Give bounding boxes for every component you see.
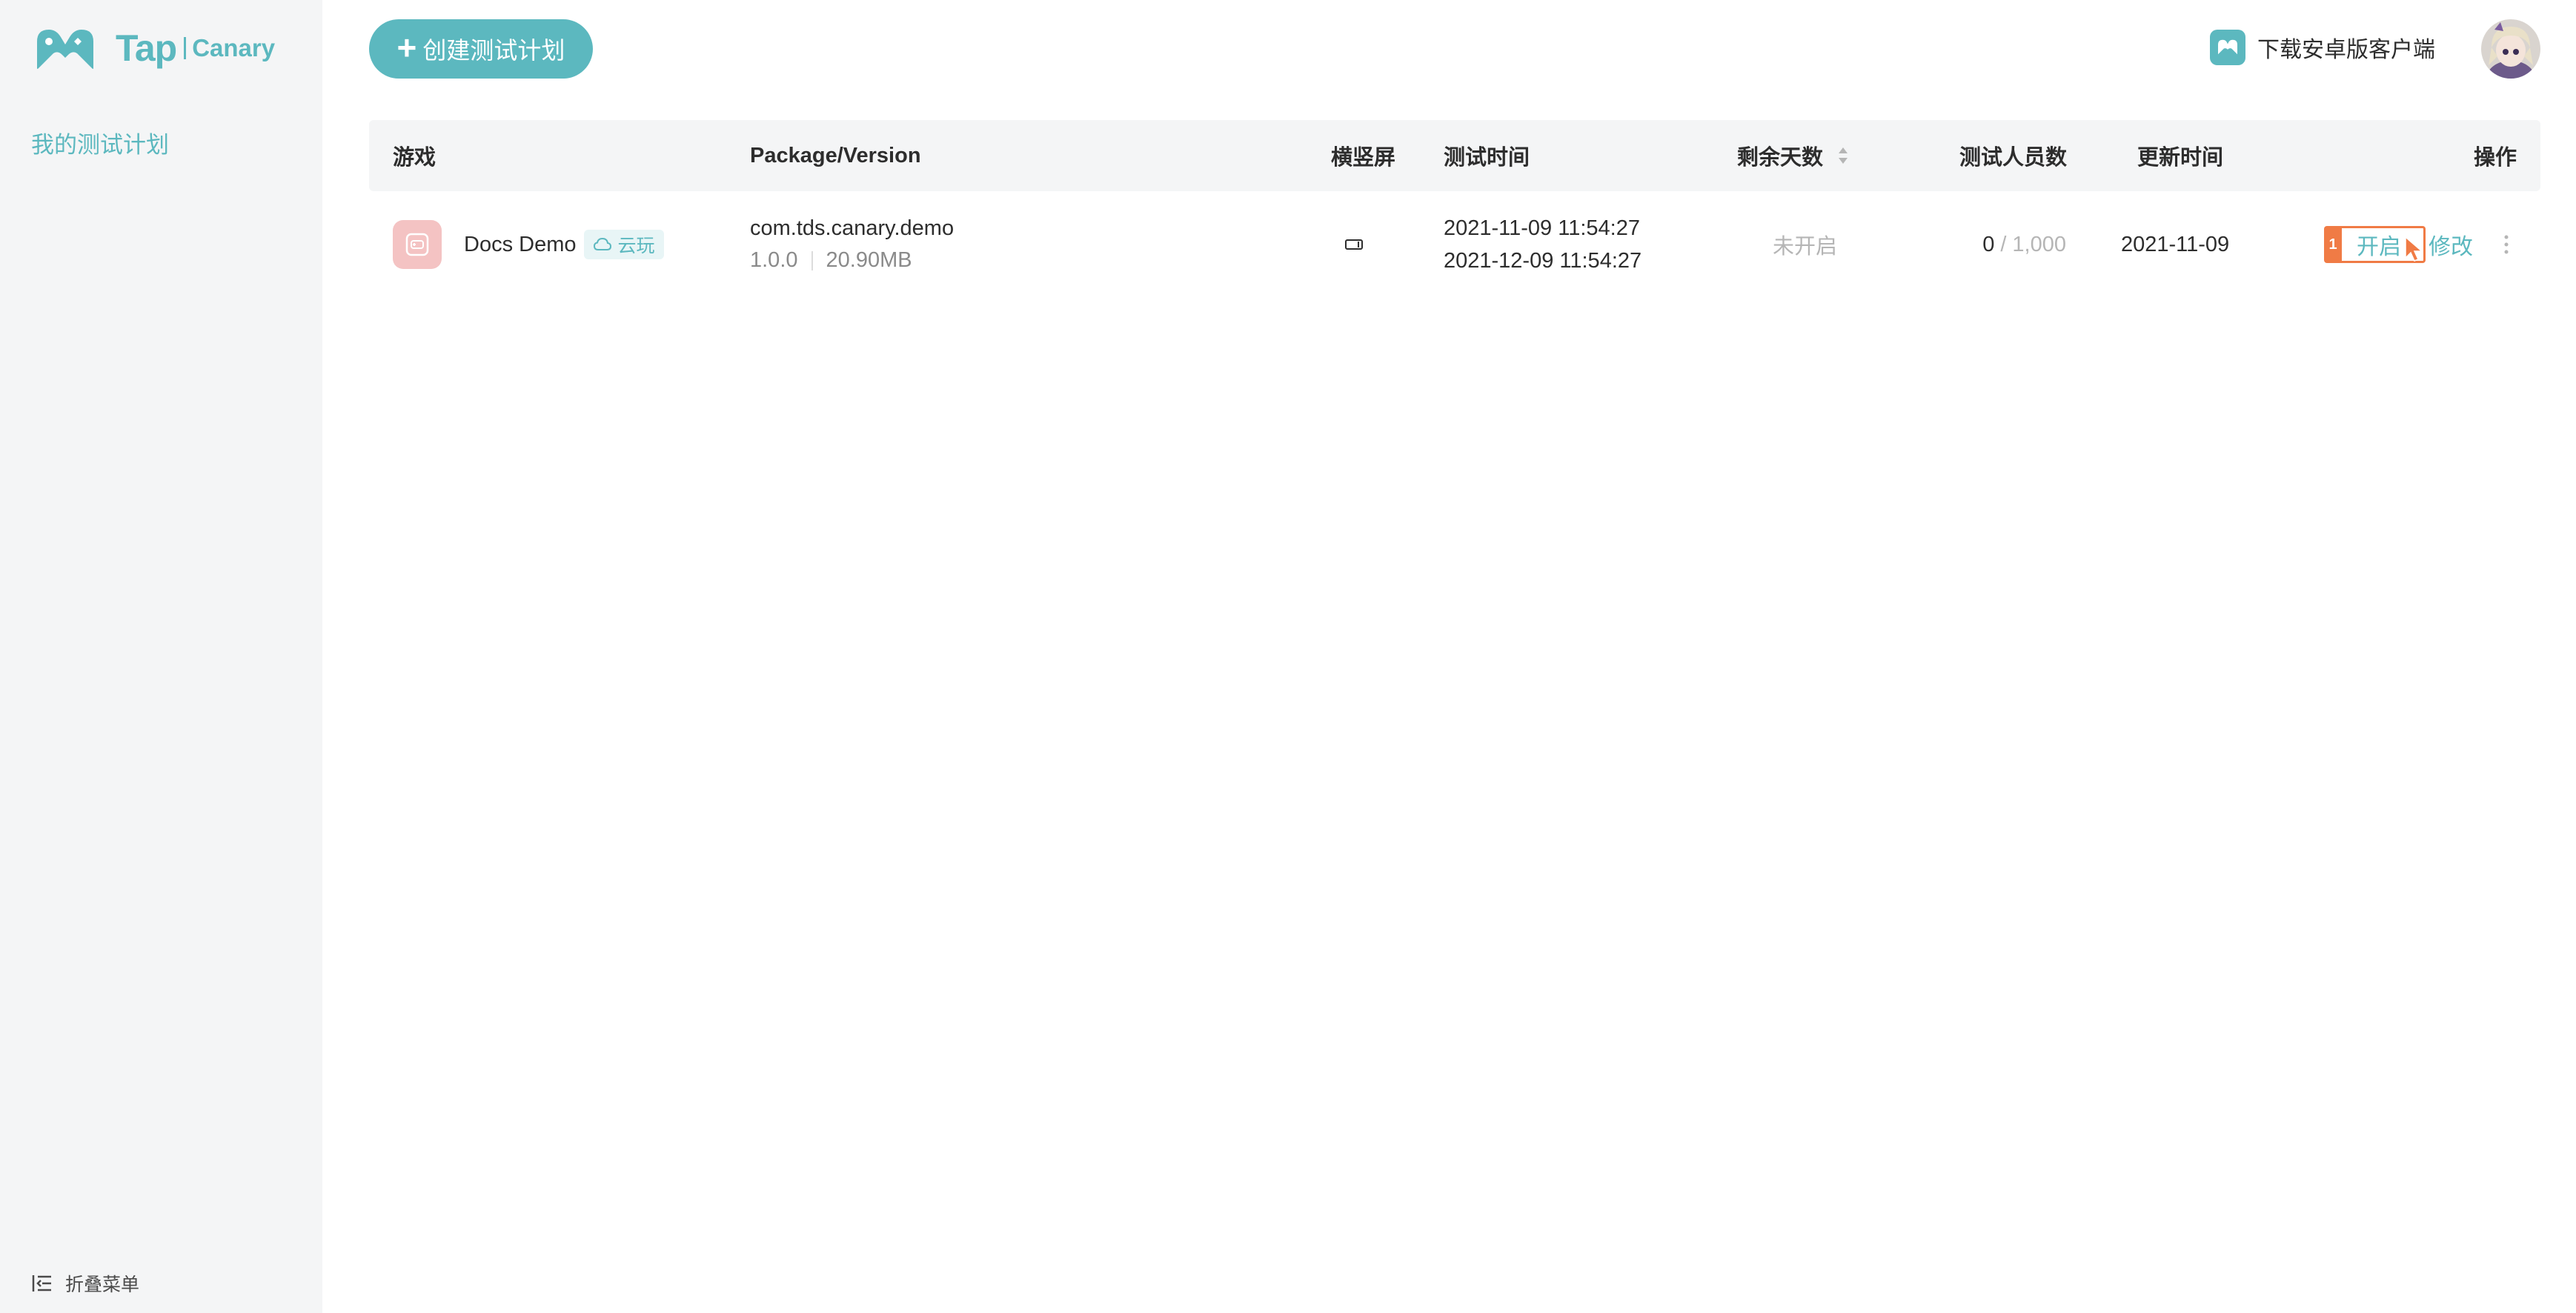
sort-icon[interactable] xyxy=(1836,145,1850,166)
download-android-client-link[interactable]: 下载安卓版客户端 xyxy=(2210,30,2435,65)
collapse-menu-button[interactable]: 折叠菜单 xyxy=(31,1270,139,1297)
package-cell: com.tds.canary.demo 1.0.0 20.90MB xyxy=(750,191,954,298)
avatar-image xyxy=(2481,19,2540,79)
column-header-remaining-days[interactable]: 剩余天数 xyxy=(1737,120,1850,191)
open-button[interactable]: 开启 xyxy=(2342,226,2426,263)
test-start-time: 2021-11-09 11:54:27 xyxy=(1444,216,1640,240)
more-vertical-icon[interactable] xyxy=(2503,233,2510,256)
gamepad-icon xyxy=(2210,30,2245,65)
column-header-test-time: 测试时间 xyxy=(1444,146,1530,170)
collapse-menu-label: 折叠菜单 xyxy=(65,1274,140,1295)
column-header-updated: 更新时间 xyxy=(2137,146,2224,170)
cloud-play-label: 云玩 xyxy=(617,236,655,256)
remaining-days-value: 未开启 xyxy=(1773,235,1838,259)
cloud-play-badge: 云玩 xyxy=(583,230,664,259)
package-size: 20.90MB xyxy=(826,248,912,272)
ops-cell: 1 开启 修改 xyxy=(2324,191,2510,298)
landscape-icon xyxy=(1345,239,1363,250)
open-label: 开启 xyxy=(2357,235,2401,259)
logo-tap-text: Tap xyxy=(116,27,177,69)
table-header: 游戏 Package/Version 横竖屏 测试时间 剩余天数 测试人员数 更… xyxy=(369,120,2540,191)
step-marker-badge: 1 xyxy=(2324,226,2342,263)
user-avatar[interactable] xyxy=(2481,19,2540,79)
edit-link[interactable]: 修改 xyxy=(2429,228,2473,261)
column-header-orientation: 横竖屏 xyxy=(1331,146,1396,170)
orientation-cell xyxy=(1331,191,1377,298)
download-android-client-label: 下载安卓版客户端 xyxy=(2257,38,2435,62)
table-row: Docs Demo 云玩 com.tds.canary.demo 1.0.0 2… xyxy=(369,191,2540,298)
game-cell: Docs Demo 云玩 xyxy=(393,191,664,298)
test-plan-table: 游戏 Package/Version 横竖屏 测试时间 剩余天数 测试人员数 更… xyxy=(369,120,2540,298)
column-header-testers: 测试人员数 xyxy=(1959,146,2068,170)
sidebar-item-my-test-plans[interactable]: 我的测试计划 xyxy=(31,126,169,159)
cursor-icon xyxy=(2405,236,2424,262)
testers-separator: / xyxy=(2000,232,2007,256)
divider xyxy=(811,250,813,270)
remaining-days-label: 剩余天数 xyxy=(1737,146,1824,170)
testers-limit: 1,000 xyxy=(2012,232,2066,256)
cloud-icon xyxy=(593,237,611,250)
testers-cell: 0 / 1,000 xyxy=(1982,191,2066,298)
logo-canary-text: Canary xyxy=(192,34,276,62)
game-icon[interactable] xyxy=(393,220,442,269)
create-test-plan-button[interactable]: + 创建测试计划 xyxy=(369,19,593,79)
collapse-menu-icon xyxy=(32,1275,51,1292)
package-version-size: 1.0.0 20.90MB xyxy=(750,248,954,273)
column-header-game: 游戏 xyxy=(393,146,436,170)
create-test-plan-label: 创建测试计划 xyxy=(422,37,565,64)
test-end-time: 2021-12-09 11:54:27 xyxy=(1444,249,1642,273)
column-header-ops: 操作 xyxy=(2473,146,2517,170)
updated-date: 2021-11-09 xyxy=(2121,232,2230,256)
logo[interactable]: Tap Canary xyxy=(31,25,275,71)
column-header-package: Package/Version xyxy=(750,143,921,167)
tap-logo-icon xyxy=(37,30,93,69)
test-time-cell: 2021-11-09 11:54:27 2021-12-09 11:54:27 xyxy=(1444,191,1641,298)
logo-separator xyxy=(184,37,187,59)
testers-count: 0 xyxy=(1982,232,1995,256)
sidebar: Tap Canary 我的测试计划 折叠菜单 xyxy=(0,0,322,1313)
plus-icon: + xyxy=(396,28,417,67)
game-name[interactable]: Docs Demo xyxy=(464,233,577,257)
package-version: 1.0.0 xyxy=(750,248,798,272)
package-name: com.tds.canary.demo xyxy=(750,216,955,240)
